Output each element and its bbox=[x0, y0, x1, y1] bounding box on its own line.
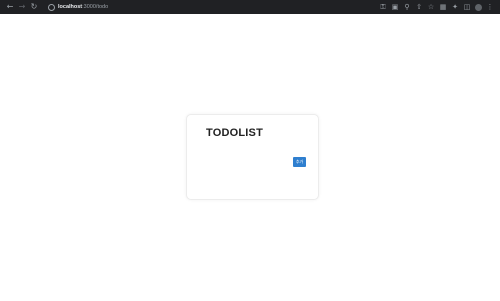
profile-icon[interactable] bbox=[475, 3, 482, 11]
browser-toolbar: ← → ↻ localhost :3000/todo ⚿ ▣ ⚲ ⇧ ☆ ▦ ✦… bbox=[0, 0, 500, 14]
star-icon[interactable]: ☆ bbox=[425, 1, 437, 13]
menu-icon[interactable]: ⋮ bbox=[484, 1, 496, 13]
forward-icon[interactable]: → bbox=[16, 1, 28, 13]
extension-icon[interactable]: ▦ bbox=[437, 1, 449, 13]
sidebar-icon[interactable]: ◫ bbox=[461, 1, 473, 13]
site-info-icon[interactable] bbox=[48, 3, 55, 11]
todo-card: TODOLIST 추가 bbox=[186, 114, 319, 200]
key-icon[interactable]: ⚿ bbox=[377, 1, 389, 13]
puzzle-icon[interactable]: ✦ bbox=[449, 1, 461, 13]
address-bar[interactable]: localhost :3000/todo bbox=[48, 2, 108, 12]
add-button[interactable]: 추가 bbox=[293, 157, 306, 167]
back-icon[interactable]: ← bbox=[4, 1, 16, 13]
zoom-icon[interactable]: ⚲ bbox=[401, 1, 413, 13]
page-title: TODOLIST bbox=[206, 127, 264, 139]
share-icon[interactable]: ⇧ bbox=[413, 1, 425, 13]
reload-icon[interactable]: ↻ bbox=[28, 1, 40, 13]
toolbar-actions: ⚿ ▣ ⚲ ⇧ ☆ ▦ ✦ ◫ ⋮ bbox=[377, 1, 496, 13]
url-host: localhost bbox=[58, 4, 83, 10]
url-path: :3000/todo bbox=[82, 4, 109, 10]
translate-icon[interactable]: ▣ bbox=[389, 1, 401, 13]
